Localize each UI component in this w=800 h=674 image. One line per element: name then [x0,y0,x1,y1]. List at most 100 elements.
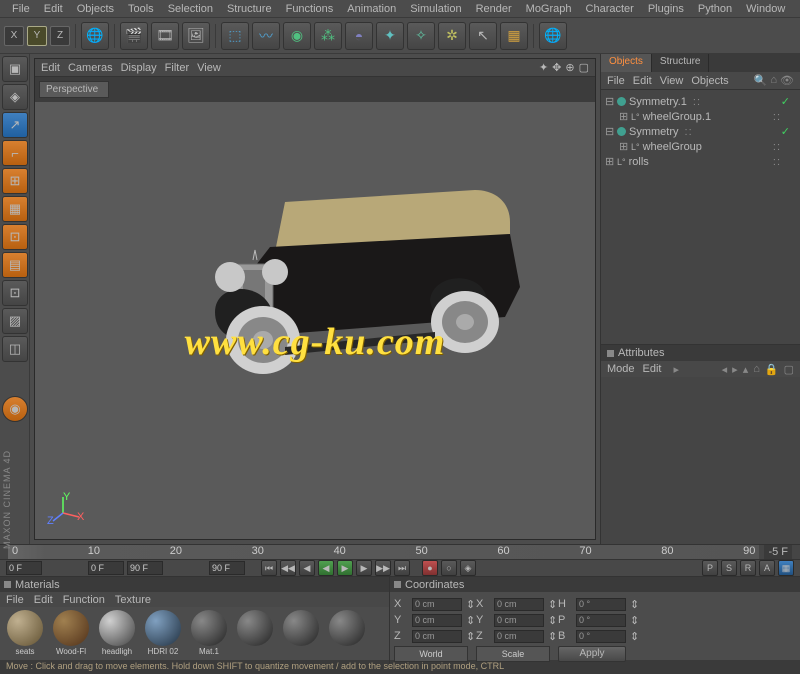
nurbs-icon[interactable]: ◉ [283,22,311,50]
in-frame-field[interactable] [88,561,124,575]
fwd-icon[interactable]: ▸ [732,363,738,376]
obj-menu-view[interactable]: View [660,75,684,87]
apply-button[interactable]: Apply [558,646,626,662]
size-x-field[interactable] [494,598,544,611]
play-back-icon[interactable]: ◀ [318,560,334,576]
size-z-field[interactable] [494,630,544,643]
opt2-icon[interactable]: S [721,560,737,576]
rot-h-field[interactable] [576,598,626,611]
goto-start-icon[interactable]: ⏮ [261,560,277,576]
timeline-ruler[interactable]: 0102030405060708090 [8,545,759,559]
menu-plugins[interactable]: Plugins [642,2,690,15]
tree-item-wheelgroup[interactable]: ⊞ L° wheelGroup [603,139,798,154]
record-icon[interactable]: ● [422,560,438,576]
menu-render[interactable]: Render [470,2,518,15]
axis-icon[interactable]: ◉ [2,396,28,422]
vp-pan-icon[interactable]: ✥ [552,61,561,74]
check-icon[interactable]: ✓ [781,95,798,108]
menu-structure[interactable]: Structure [221,2,278,15]
vp-nav-icon[interactable]: ✦ [539,61,548,74]
material-hdri[interactable]: HDRI 02 [141,610,185,663]
expand-icon[interactable]: ⊞ [619,140,628,153]
cube-icon[interactable]: ⬚ [221,22,249,50]
texture-icon[interactable]: ⊡ [2,224,28,250]
material-grid[interactable]: seats Wood-Fl headligh HDRI 02 Mat.1 [0,607,389,666]
attr-edit[interactable]: Edit [643,363,662,375]
up-icon[interactable]: ▴ [743,363,749,376]
menu-help[interactable]: Help [793,2,800,15]
rotate-icon[interactable]: ⊞ [2,168,28,194]
next-key-icon[interactable]: ▶▶ [375,560,391,576]
opt4-icon[interactable]: A [759,560,775,576]
object-tree[interactable]: ⊟ Symmetry.1 ✓ ⊞ L° wheelGroup.1 ⊟ Symme… [601,90,800,344]
material-headlight[interactable]: headligh [95,610,139,663]
pos-x-field[interactable] [412,598,462,611]
check-icon[interactable]: ✓ [781,125,798,138]
menu-python[interactable]: Python [692,2,738,15]
axis-z-toggle[interactable]: Z [50,26,70,46]
grid-icon[interactable]: ▦ [500,22,528,50]
axis-y-toggle[interactable]: Y [27,26,47,46]
pos-y-field[interactable] [412,614,462,627]
globe-icon[interactable]: 🌐 [81,22,109,50]
deformer-icon[interactable]: ◓ [345,22,373,50]
array-icon[interactable]: ⁂ [314,22,342,50]
material-seats[interactable]: seats [3,610,47,663]
scale-icon[interactable]: ⌐ [2,140,28,166]
obj-menu-objects[interactable]: Objects [691,75,728,87]
polygon-icon[interactable]: ◫ [2,336,28,362]
vp-menu-filter[interactable]: Filter [165,62,189,74]
material-wood[interactable]: Wood-Fl [49,610,93,663]
live-select-icon[interactable]: ▣ [2,56,28,82]
vp-menu-display[interactable]: Display [121,62,157,74]
menu-selection[interactable]: Selection [162,2,219,15]
menu-file[interactable]: File [6,2,36,15]
material-extra1[interactable] [233,610,277,663]
pos-z-field[interactable] [412,630,462,643]
prev-frame-icon[interactable]: ◀ [299,560,315,576]
light-icon[interactable]: ✲ [438,22,466,50]
mat-menu-edit[interactable]: Edit [34,594,53,606]
axis-x-toggle[interactable]: X [4,26,24,46]
menu-mograph[interactable]: MoGraph [520,2,578,15]
menu-animation[interactable]: Animation [341,2,402,15]
browser-icon[interactable]: 🌐 [539,22,567,50]
expand-icon[interactable]: ⊞ [619,110,628,123]
autokey-icon[interactable]: ○ [441,560,457,576]
vp-menu-edit[interactable]: Edit [41,62,60,74]
vp-menu-cameras[interactable]: Cameras [68,62,113,74]
rot-p-field[interactable] [576,614,626,627]
out-frame-field[interactable] [127,561,163,575]
opt1-icon[interactable]: P [702,560,718,576]
environment-icon[interactable]: ✦ [376,22,404,50]
tree-item-symmetry[interactable]: ⊟ Symmetry ✓ [603,124,798,139]
tab-objects[interactable]: Objects [601,54,652,72]
timeline[interactable]: 0102030405060708090 -5 F [0,545,800,560]
expand-icon[interactable]: ⊟ [605,125,614,138]
attr-mode[interactable]: Mode [607,363,635,375]
material-mat1[interactable]: Mat.1 [187,610,231,663]
mat-menu-texture[interactable]: Texture [115,594,151,606]
render-settings-icon[interactable]: 🖼 [182,22,210,50]
obj-menu-file[interactable]: File [607,75,625,87]
tree-item-symmetry1[interactable]: ⊟ Symmetry.1 ✓ [603,94,798,109]
vp-menu-view[interactable]: View [197,62,221,74]
menu-objects[interactable]: Objects [71,2,120,15]
object-icon[interactable]: ▤ [2,252,28,278]
material-extra2[interactable] [279,610,323,663]
opt3-icon[interactable]: R [740,560,756,576]
tree-item-wheelgroup1[interactable]: ⊞ L° wheelGroup.1 [603,109,798,124]
key-icon[interactable]: ◈ [460,560,476,576]
rot-b-field[interactable] [576,630,626,643]
home-icon[interactable]: ⌂ [753,363,760,376]
tree-item-rolls[interactable]: ⊞ L° rolls [603,154,798,169]
back-icon[interactable]: ◂ [722,363,728,376]
next-frame-icon[interactable]: ▶ [356,560,372,576]
expand-icon[interactable]: ⊞ [605,155,614,168]
mat-menu-file[interactable]: File [6,594,24,606]
goto-end-icon[interactable]: ⏭ [394,560,410,576]
search-icon[interactable]: 🔍 [754,74,768,87]
edge-icon[interactable]: ▨ [2,308,28,334]
home-icon[interactable]: ⌂ [770,74,777,87]
vp-max-icon[interactable]: ▢ [579,61,589,74]
